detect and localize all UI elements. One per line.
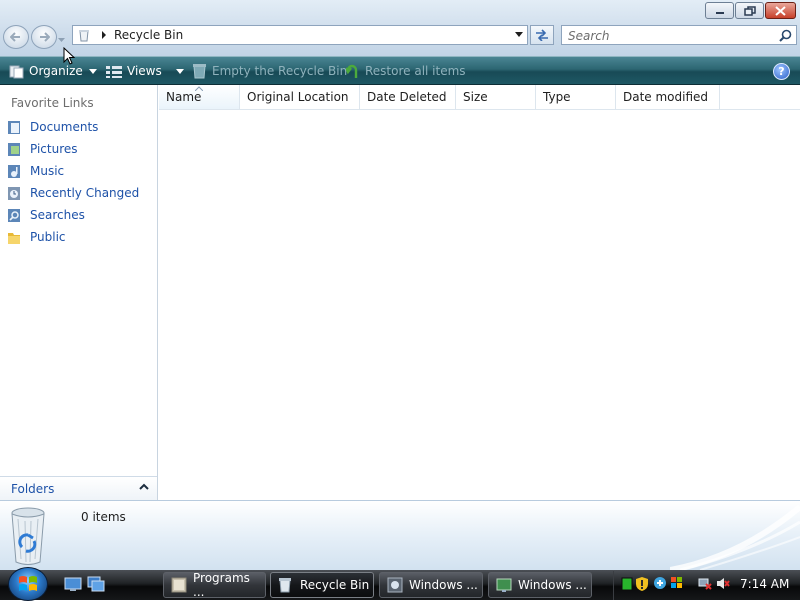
documents-icon [6,119,22,135]
favorite-link-recently-changed[interactable]: Recently Changed [6,183,139,203]
breadcrumb-recycle-bin[interactable]: Recycle Bin [114,28,183,42]
organize-icon [9,64,24,79]
favorite-link-label: Searches [30,208,85,222]
column-header-date-modified[interactable]: Date modified [616,85,720,109]
views-label: Views [127,64,162,78]
empty-recycle-bin-button[interactable]: Empty the Recycle Bin [192,57,347,85]
back-arrow-icon [10,32,20,42]
forward-arrow-icon [40,32,50,42]
recycle-bin-large-icon [11,507,45,565]
clock[interactable]: 7:14 AM [740,577,789,591]
column-header-size[interactable]: Size [456,85,536,109]
recycle-bin-small-icon [79,30,89,42]
favorite-links-header: Favorite Links [11,96,94,110]
searches-icon [6,207,22,223]
chevron-up-icon [139,483,149,490]
organize-label: Organize [29,64,83,78]
chevron-down-icon [58,38,65,42]
pictures-icon [6,141,22,157]
favorite-link-searches[interactable]: Searches [6,205,85,225]
file-list[interactable]: Name Original Location Date Deleted Size… [159,85,800,500]
windows-logo-icon [19,576,37,591]
taskbar-button-recycle-bin[interactable]: Recycle Bin [270,572,374,598]
recycle-bin-icon [278,577,294,593]
security-shield-icon[interactable] [635,576,649,591]
taskbar-button-windows-1[interactable]: Windows ... [379,572,483,598]
chevron-down-icon [88,68,97,74]
restore-all-items-button[interactable]: Restore all items [346,57,466,85]
restore-icon [346,63,360,79]
refresh-icon [536,29,548,41]
show-desktop-icon[interactable] [64,576,82,592]
empty-recycle-bin-label: Empty the Recycle Bin [212,64,348,78]
media-player-icon [387,577,403,593]
favorite-link-documents[interactable]: Documents [6,117,98,137]
favorite-link-label: Documents [30,120,99,134]
windows-flag-icon[interactable] [670,576,684,591]
search-icon[interactable] [779,29,792,42]
taskbar-button-windows-2[interactable]: Windows ... [488,572,592,598]
organize-button[interactable]: Organize [9,57,97,85]
help-button[interactable]: ? [773,63,790,80]
close-button[interactable] [765,2,796,19]
breadcrumb-arrow-icon [102,31,106,39]
search-input[interactable] [566,27,770,45]
minimize-button[interactable] [705,2,734,19]
favorite-link-label: Pictures [30,142,78,156]
views-icon [106,65,122,78]
favorite-link-music[interactable]: Music [6,161,64,181]
mouse-cursor-icon [63,47,75,65]
refresh-button[interactable] [530,25,554,45]
favorite-link-public[interactable]: Public [6,227,66,247]
column-header-type[interactable]: Type [536,85,616,109]
favorite-link-pictures[interactable]: Pictures [6,139,78,159]
network-disconnected-icon[interactable] [698,576,712,591]
control-panel-icon [171,577,187,593]
favorite-link-label: Public [30,230,66,244]
address-bar[interactable]: Recycle Bin [72,25,528,45]
update-icon[interactable] [653,576,667,591]
restore-all-items-label: Restore all items [365,64,466,78]
details-pane: 0 items [0,500,800,570]
favorite-link-label: Recently Changed [30,186,140,200]
taskbar-button-programs[interactable]: Programs ... [163,571,266,599]
chevron-down-icon [175,68,184,74]
music-icon [6,163,22,179]
start-button[interactable] [8,567,48,601]
column-header-original-location[interactable]: Original Location [240,85,360,109]
search-box[interactable] [561,25,797,45]
favorite-link-label: Music [30,164,65,178]
window-chrome: Recycle Bin [0,0,800,56]
column-header-date-deleted[interactable]: Date Deleted [360,85,456,109]
switch-windows-icon[interactable] [87,576,105,592]
recycle-bin-icon [192,63,207,79]
recent-pages-dropdown[interactable] [58,32,65,46]
folders-toggle[interactable]: Folders [0,476,157,501]
volume-muted-icon[interactable] [716,576,730,591]
restore-button[interactable] [735,2,764,19]
decorative-swoosh [670,504,800,570]
address-dropdown-icon[interactable] [515,32,523,38]
window-controls [705,2,796,19]
forward-button[interactable] [31,25,57,49]
folders-label: Folders [11,482,55,496]
window-app-icon [496,577,512,593]
column-header-name[interactable]: Name [159,85,240,109]
close-icon [775,5,786,16]
public-folder-icon [6,229,22,245]
battery-icon[interactable] [620,576,634,591]
back-button[interactable] [3,25,29,49]
item-count: 0 items [81,510,126,524]
recently-changed-icon [6,185,22,201]
minimize-icon [715,11,724,14]
command-bar: Organize Views Empty the Recycle Bin Res… [0,56,800,85]
restore-icon [743,5,756,16]
column-headers: Name Original Location Date Deleted Size… [159,85,800,110]
navigation-pane: Favorite Links Documents Pictures Music … [0,85,158,501]
views-button[interactable]: Views [106,57,184,85]
sort-ascending-icon [195,86,203,91]
